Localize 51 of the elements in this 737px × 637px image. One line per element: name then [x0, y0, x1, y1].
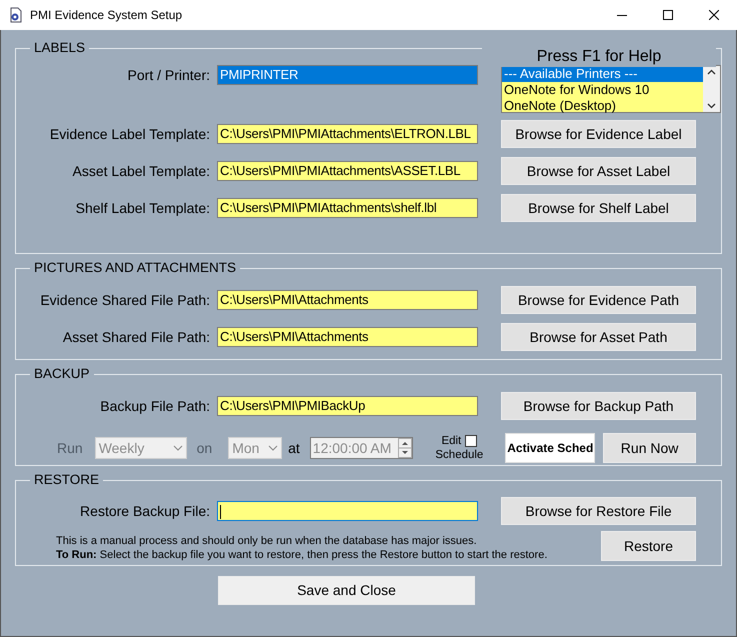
field-label: Backup File Path:: [99, 396, 210, 416]
scroll-up-icon[interactable]: [707, 69, 716, 75]
text-field[interactable]: C:\Users\PMI\Attachments: [217, 290, 478, 310]
instruction-text: To Run: Select the backup file you want to restore, then press the Restore button to start the restore.: [56, 548, 548, 562]
window-title: PMI Evidence System Setup: [30, 7, 182, 24]
field-label: Evidence Shared File Path:: [39, 290, 210, 310]
browse-button[interactable]: Browse for Asset Label: [501, 157, 696, 185]
text-field[interactable]: C:\Users\PMI\PMIAttachments\shelf.lbl: [217, 198, 478, 218]
list-item[interactable]: OneNote (Desktop): [502, 98, 703, 114]
text-field[interactable]: PMIPRINTER: [217, 65, 478, 85]
browse-button[interactable]: Browse for Backup Path: [501, 392, 696, 420]
field-label: Run: [57, 438, 83, 458]
list-item[interactable]: --- Available Printers ---: [502, 66, 703, 82]
field-label: Port / Printer:: [126, 66, 210, 85]
text-field[interactable]: C:\Users\PMI\Attachments: [217, 327, 478, 347]
field-label: Asset Label Template:: [72, 162, 210, 181]
browse-button[interactable]: Browse for Asset Path: [501, 323, 696, 351]
text-field[interactable]: C:\Users\PMI\PMIAttachments\ASSET.LBL: [217, 161, 478, 181]
field-label: Asset Shared File Path:: [62, 328, 210, 346]
browse-button[interactable]: Browse for Evidence Label: [501, 120, 696, 148]
save-button[interactable]: Save and Close: [218, 576, 475, 605]
printer-list[interactable]: --- Available Printers --- OneNote for Windows 10 OneNote (Desktop): [501, 65, 721, 113]
scroll-down-icon[interactable]: [707, 103, 716, 109]
restore-button[interactable]: Restore: [601, 531, 696, 561]
text-field[interactable]: C:\Users\PMI\PMIBackUp: [217, 396, 478, 416]
text-field[interactable]: C:\Users\PMI\PMIAttachments\ELTRON.LBL: [217, 124, 478, 144]
field-label: Restore Backup File:: [79, 502, 210, 521]
field-label: Shelf Label Template:: [74, 198, 210, 218]
action-button[interactable]: Run Now: [603, 433, 696, 463]
instruction-text: This is a manual process and should only be run when the database has major issues.: [56, 534, 478, 548]
section-title: BACKUP: [33, 366, 91, 382]
help-text: Press F1 for Help: [482, 47, 716, 67]
chevron-down-icon: [172, 445, 183, 451]
maximize-icon[interactable]: [663, 10, 673, 20]
section-title: LABELS: [33, 40, 86, 56]
browse-button[interactable]: Browse for Evidence Path: [501, 286, 696, 314]
action-button[interactable]: Activate Sched: [505, 433, 596, 463]
field-label: on: [196, 438, 212, 458]
browse-button[interactable]: Browse for Restore File: [501, 497, 696, 525]
text-field[interactable]: [217, 501, 478, 521]
chevron-down-icon: [268, 445, 278, 451]
section-title: PICTURES AND ATTACHMENTS: [33, 260, 238, 276]
browse-button[interactable]: Browse for Shelf Label: [501, 194, 696, 222]
field-label: Evidence Label Template:: [48, 124, 210, 144]
checkbox-label: Schedule: [435, 448, 484, 462]
close-icon[interactable]: [709, 10, 719, 20]
section-title: RESTORE: [33, 472, 100, 488]
checkbox-label: Edit: [441, 434, 462, 448]
app-icon: [8, 7, 24, 23]
list-item[interactable]: OneNote for Windows 10: [502, 82, 703, 98]
field-label: at: [288, 438, 300, 458]
